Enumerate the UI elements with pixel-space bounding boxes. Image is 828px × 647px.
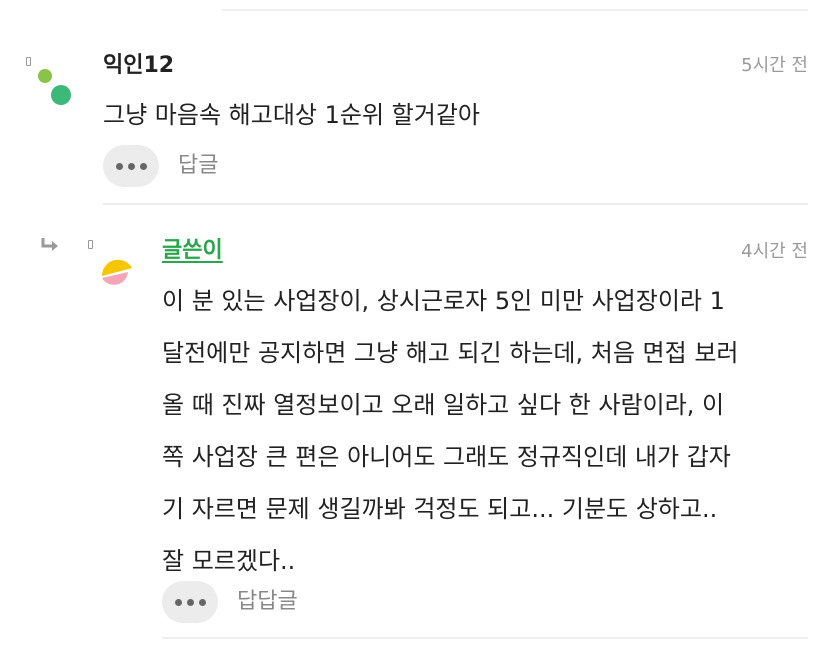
avatar[interactable] [86, 238, 136, 290]
comment-author-op[interactable]: 글쓴이 [162, 237, 223, 265]
comment-text-line: 달전에만 공지하면 그냥 해고 되긴 하는데, 처음 면접 보러 [162, 339, 739, 367]
comment-text-line: 쪽 사업장 큰 편은 아니어도 그래도 정규직인데 내가 갑자 [162, 443, 731, 471]
more-options-icon-dot [139, 162, 147, 170]
comment-text-line: 기 자르면 문제 생길까봐 걱정도 되고... 기분도 상하고.. [162, 495, 718, 523]
more-options-icon-dot [198, 598, 206, 606]
comment-text-line: 이 분 있는 사업장이, 상시근로자 5인 미만 사업장이라 1 [162, 287, 725, 315]
badge-icon [88, 240, 93, 249]
more-options-icon-dot [186, 598, 194, 606]
badge-icon [26, 57, 31, 66]
comment-text: 그냥 마음속 해고대상 1순위 할거같아 [103, 101, 480, 129]
bottom-divider [162, 637, 808, 639]
comment-text-line: 올 때 진짜 열정보이고 오래 일하고 싶다 한 사람이라, 이 [162, 391, 725, 419]
more-options-icon-dot [127, 162, 135, 170]
reply-button[interactable]: 답답글 [237, 587, 298, 617]
top-divider [222, 9, 808, 11]
avatar-dot-large [51, 85, 71, 105]
comment-time: 4시간 전 [741, 241, 808, 262]
more-options-button[interactable] [162, 581, 218, 623]
reply-arrow-icon [41, 238, 58, 251]
comment-author[interactable]: 익인12 [103, 52, 174, 80]
avatar-dot-small [38, 69, 52, 83]
more-options-icon [174, 598, 182, 606]
comment-divider [103, 203, 808, 205]
avatar[interactable] [24, 55, 74, 107]
comment-time: 5시간 전 [741, 55, 808, 76]
comment-text-line: 잘 모르겠다.. [162, 547, 296, 575]
reply-button[interactable]: 답글 [178, 151, 218, 181]
avatar-shape [101, 259, 132, 285]
more-options-icon [115, 162, 123, 170]
more-options-button[interactable] [103, 145, 159, 187]
